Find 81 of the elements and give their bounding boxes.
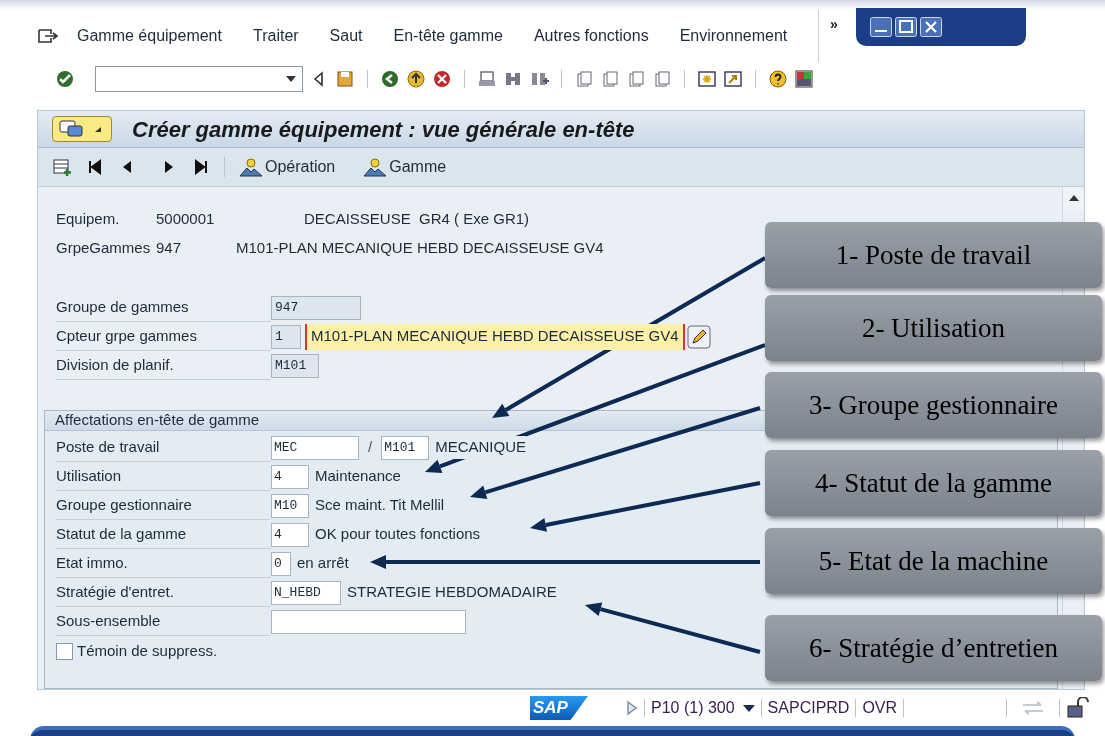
new-session-icon[interactable] (697, 68, 717, 89)
input-field[interactable]: 4 (271, 464, 309, 489)
session-info: P10 (1) 300 (651, 698, 735, 718)
screen-menu-button[interactable] (52, 116, 112, 143)
display-field: 1 (271, 324, 301, 349)
sap-logo: SAP (530, 696, 588, 720)
menu-icon[interactable] (37, 28, 59, 44)
scroll-up-icon[interactable] (1068, 195, 1079, 201)
checkbox[interactable] (56, 642, 73, 660)
toolbar-button[interactable]: Gamme (363, 155, 447, 180)
header-value: 5000001 (156, 209, 216, 230)
header-label: Equipem. (56, 209, 121, 230)
help-icon[interactable] (768, 68, 788, 89)
callout-box: 4- Statut de la gamme (765, 450, 1102, 516)
menu-item[interactable]: En-tête gamme (393, 24, 503, 48)
input-field[interactable]: 4 (271, 522, 309, 547)
callout-box: 3- Groupe gestionnaire (765, 372, 1102, 438)
chat-icon (59, 120, 83, 139)
dropdown-icon[interactable] (286, 75, 296, 82)
input-field[interactable]: N_HEBD (271, 580, 341, 605)
back-icon[interactable] (380, 68, 400, 89)
last-icon[interactable] (192, 159, 210, 176)
minimize-icon[interactable] (870, 17, 893, 37)
group-title: Affectations en-tête de gamme (55, 410, 259, 431)
header-description: DECAISSEUSE GR4 ( Exe GR1) (304, 209, 530, 230)
field-label: Poste de travail (56, 433, 271, 462)
field-label: Groupe gestionnaire (56, 491, 271, 520)
server-name: SAPCIPRD (767, 698, 850, 718)
field-label: Etat immo. (56, 549, 271, 578)
input-field[interactable]: 0 (271, 551, 291, 576)
callout-box: 2- Utilisation (765, 295, 1102, 361)
header-value: 947 (156, 238, 183, 259)
field-label: Groupe de gammes (56, 293, 271, 322)
screen-title: Créer gamme équipement : vue générale en-tête (132, 115, 635, 144)
print-icon[interactable] (477, 68, 497, 89)
expand-icon[interactable] (626, 700, 638, 716)
field-label: Stratégie d'entret. (56, 578, 271, 607)
first-icon[interactable] (86, 159, 104, 176)
text-input-field[interactable]: M101-PLAN MECANIQUE HEBD DECAISSEUSE GV4 (305, 323, 685, 350)
input-field[interactable]: MEC (271, 435, 359, 460)
field-label: Cpteur grpe gammes (56, 322, 271, 351)
field-description: MECANIQUE (435, 436, 526, 459)
toolbar-button[interactable]: Opération (239, 155, 336, 180)
caret-icon (95, 126, 101, 132)
input-field[interactable]: M101 (381, 435, 430, 460)
lock-icon[interactable] (1066, 697, 1091, 719)
field-label: Statut de la gamme (56, 520, 271, 549)
insert-mode: OVR (862, 698, 898, 718)
menu-item[interactable]: Environnement (679, 24, 788, 48)
edit-icon[interactable] (686, 324, 711, 349)
checkbox-label: Témoin de suppress. (77, 640, 218, 661)
display-field: M101 (271, 353, 319, 378)
overflow-button[interactable]: » (829, 14, 838, 62)
maximize-icon[interactable] (895, 17, 918, 37)
exit-icon[interactable] (406, 68, 426, 89)
menu-item[interactable]: Gamme équipement (77, 24, 222, 48)
callout-box: 1- Poste de travail (765, 222, 1102, 288)
field-label: Utilisation (56, 462, 271, 491)
header-description: M101-PLAN MECANIQUE HEBD DECAISSEUSE GV4 (236, 238, 604, 259)
layout-icon[interactable] (794, 68, 814, 89)
close-icon[interactable] (920, 17, 943, 37)
menu-item[interactable]: Autres fonctions (533, 24, 649, 48)
save-icon[interactable] (335, 68, 355, 89)
scrollbar[interactable] (1063, 187, 1084, 211)
shortcut-icon[interactable] (723, 68, 743, 89)
callout-box: 5- Etat de la machine (765, 528, 1102, 594)
callout-box: 6- Stratégie d’entretien (765, 615, 1102, 681)
field-label: Division de planif. (56, 351, 271, 380)
display-field: 947 (271, 295, 361, 320)
menu-item[interactable]: Saut (329, 24, 363, 48)
field-label: Sous-ensemble (56, 607, 271, 636)
header-label: GrpeGammes (56, 238, 152, 259)
cancel-icon[interactable] (432, 68, 452, 89)
input-field[interactable] (271, 609, 466, 634)
enter-icon[interactable] (55, 68, 75, 89)
add-table-icon[interactable] (52, 157, 72, 178)
separator-text: / (368, 437, 373, 458)
input-field[interactable]: M10 (271, 493, 309, 518)
menu-item[interactable]: Traiter (252, 24, 299, 48)
command-field[interactable] (95, 65, 303, 92)
dropdown-icon[interactable] (742, 704, 755, 712)
